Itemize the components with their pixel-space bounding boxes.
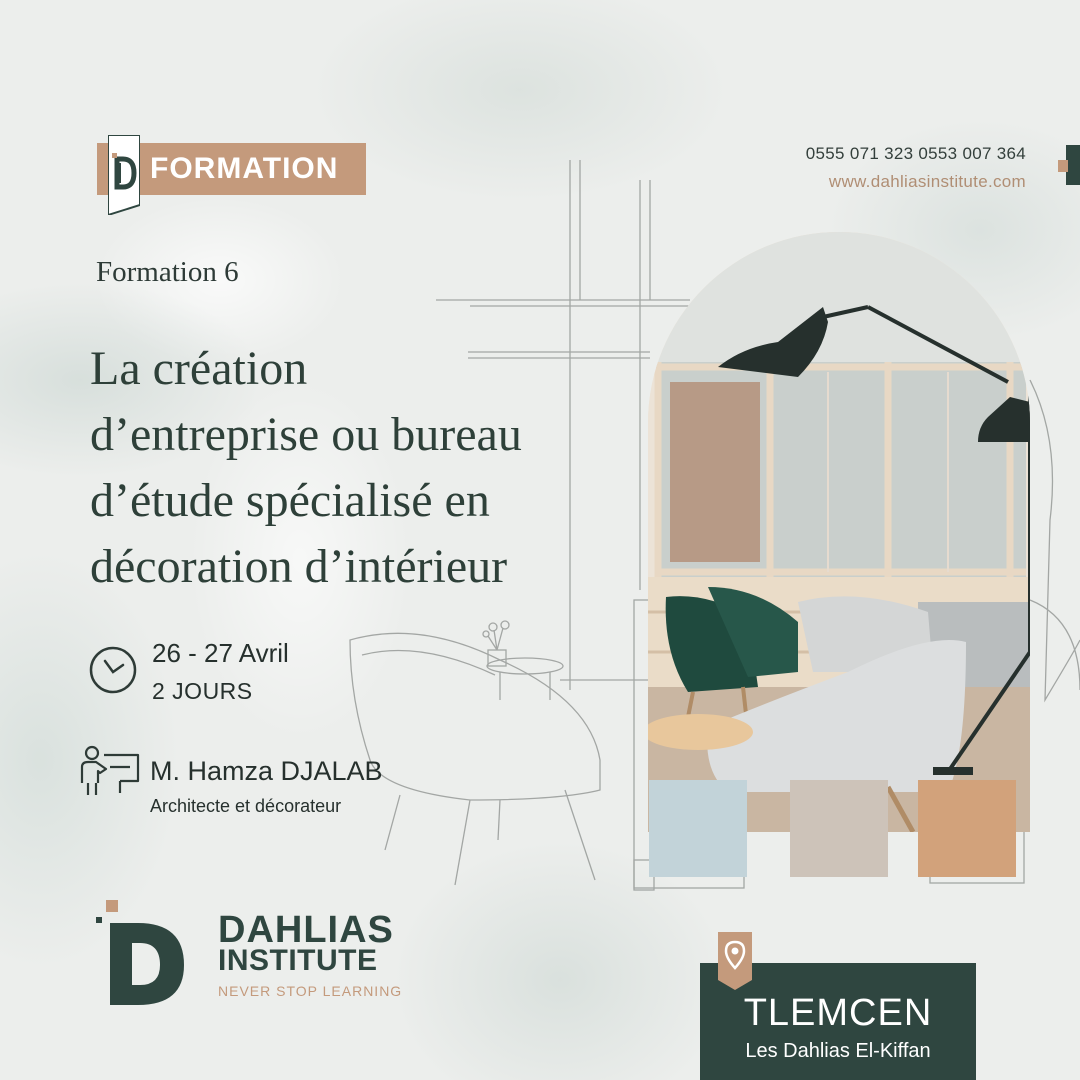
- course-date: 26 - 27 Avril: [152, 638, 289, 668]
- trainer-role: Architecte et décorateur: [150, 796, 342, 816]
- interior-photo: [648, 232, 1030, 832]
- logo-tagline: NEVER STOP LEARNING: [218, 983, 403, 999]
- location-area: Les Dahlias El-Kiffan: [745, 1040, 931, 1062]
- corner-mark: [1066, 145, 1080, 185]
- location-pin-icon: [718, 932, 752, 990]
- swatch-tan: [918, 780, 1016, 877]
- location-city: TLEMCEN: [743, 992, 933, 1034]
- course-title-line: d’entreprise ou bureau: [90, 408, 522, 461]
- course-duration: 2 JOURS: [152, 678, 253, 704]
- contact-block: 0555 071 323 0553 007 364 www.dahliasins…: [806, 144, 1026, 192]
- formation-tag-label: FORMATION: [150, 152, 339, 185]
- course-title-line: décoration d’intérieur: [90, 540, 508, 593]
- formation-tag-flag-icon: [108, 135, 140, 215]
- logo-mark: [96, 900, 184, 1005]
- trainer-name: M. Hamza DJALAB: [150, 756, 383, 786]
- website-link[interactable]: www.dahliasinstitute.com: [806, 172, 1026, 192]
- logo-name-line2: INSTITUTE: [218, 944, 378, 977]
- course-title-line: d’étude spécialisé en: [90, 474, 490, 527]
- trainer-icon: [80, 745, 140, 795]
- clock-icon: [89, 646, 137, 694]
- swatch-beige: [790, 780, 888, 877]
- swatch-blue: [649, 780, 747, 877]
- logo-name-line1: DAHLIAS: [218, 909, 394, 951]
- phone-numbers[interactable]: 0555 071 323 0553 007 364: [806, 144, 1026, 164]
- course-title: La création d’entreprise ou bureau d’étu…: [90, 336, 650, 600]
- corner-mark-accent: [1058, 160, 1068, 172]
- formation-number: Formation 6: [96, 256, 239, 288]
- course-title-line: La création: [90, 342, 308, 395]
